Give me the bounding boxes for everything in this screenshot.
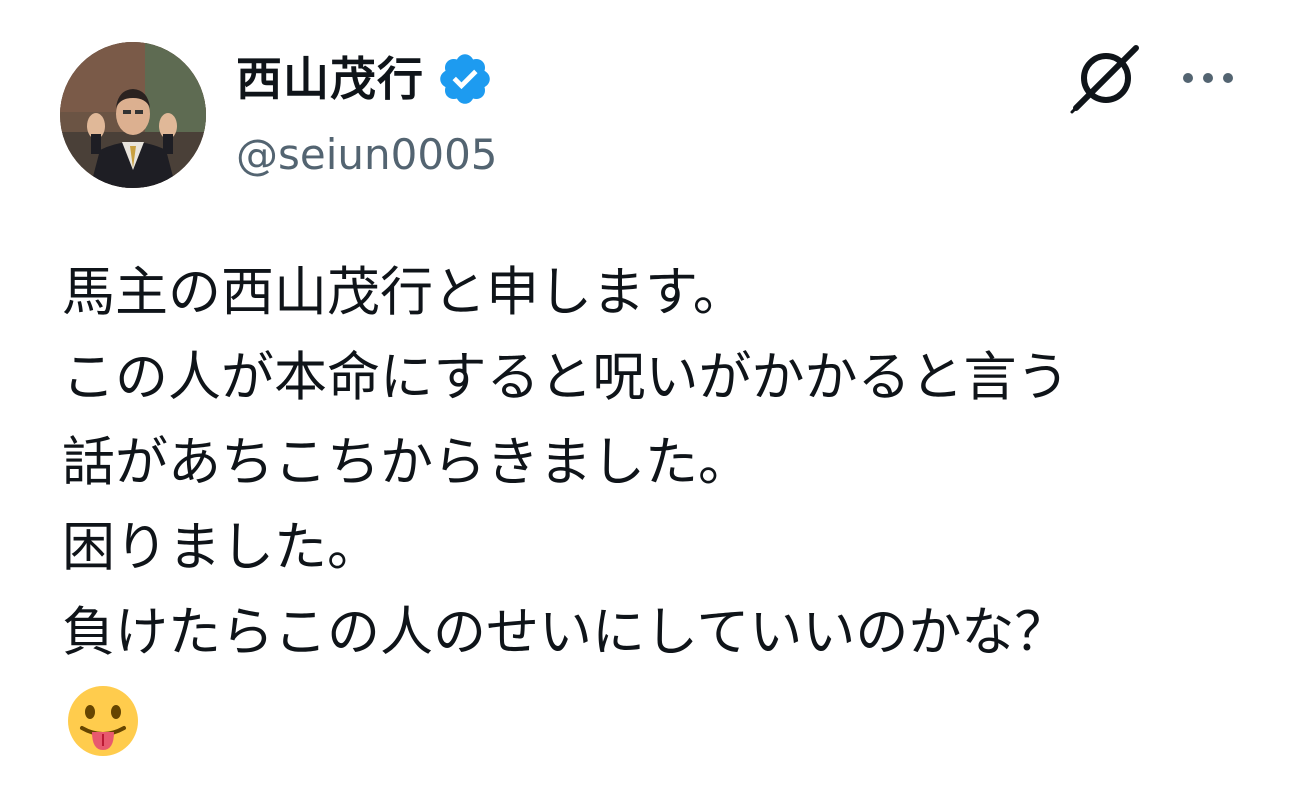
tweet-card: 西山茂行 @seiun0005 馬主の西山茂行と申します。 この人が本命にすると… xyxy=(0,0,1300,796)
tweet-text-line: 馬主の西山茂行と申します。 xyxy=(62,262,746,323)
author-handle[interactable]: @seiun0005 xyxy=(236,128,498,182)
verified-badge-icon[interactable] xyxy=(436,50,494,108)
more-options-icon[interactable] xyxy=(1176,56,1240,100)
tweet-text-line: この人が本命にすると呪いがかかると言う xyxy=(62,347,1070,408)
author-name-row: 西山茂行 xyxy=(236,48,494,110)
face-with-tongue-emoji xyxy=(66,684,140,758)
tweet-text-line: 話があちこちからきました。 xyxy=(62,432,751,493)
tweet-text: 馬主の西山茂行と申します。 この人が本命にすると呪いがかかると言う 話があちこち… xyxy=(62,250,1282,675)
tweet-text-line: 困りました。 xyxy=(62,517,380,578)
avatar[interactable] xyxy=(60,42,206,188)
author-display-name[interactable]: 西山茂行 xyxy=(236,48,424,110)
grok-icon[interactable] xyxy=(1068,40,1144,116)
tweet-text-line: 負けたらこの人のせいにしていいのかな？ xyxy=(62,602,1068,663)
